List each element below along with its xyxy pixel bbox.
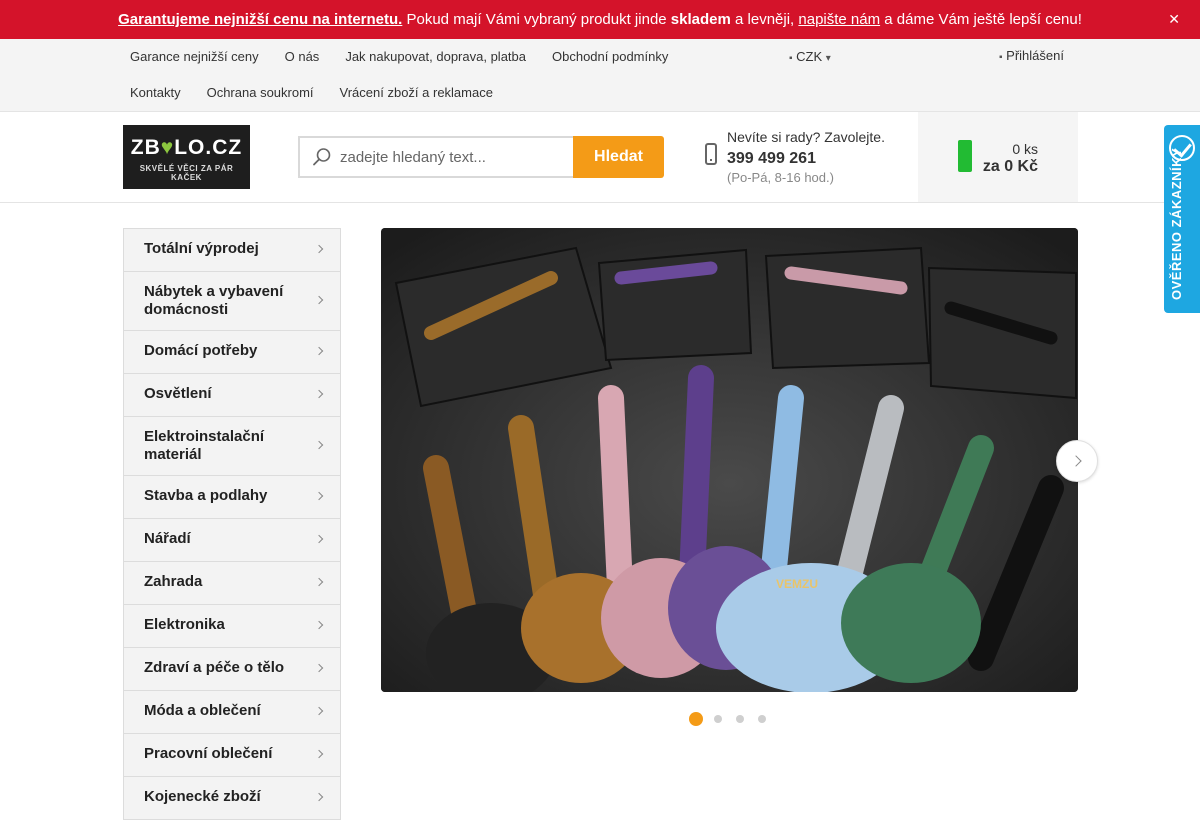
login-label: Přihlášení xyxy=(1006,48,1064,63)
search-icon xyxy=(313,148,331,166)
cart-icon xyxy=(958,140,972,172)
banner-pagination xyxy=(689,712,780,726)
site-header: ZB♥LO.CZ SKVĚLÉ VĚCI ZA PÁR KAČEK Hledat… xyxy=(0,112,1200,203)
cart-count: 0 ks xyxy=(1012,141,1038,157)
promo-bar: Garantujeme nejnižší cenu na internetu. … xyxy=(0,0,1200,39)
top-nav-row-1: Garance nejnižší ceny O nás Jak nakupova… xyxy=(117,49,681,64)
contact-phone[interactable]: 399 499 261 xyxy=(727,150,816,168)
chevron-right-icon xyxy=(314,244,324,254)
verified-label: OVĚŘENO ZÁKAZNÍKY xyxy=(1169,147,1184,300)
top-navigation: Garance nejnižší ceny O nás Jak nakupova… xyxy=(0,39,1200,112)
category-workwear[interactable]: Pracovní oblečení xyxy=(124,734,340,777)
category-tools[interactable]: Nářadí xyxy=(124,519,340,562)
category-garden[interactable]: Zahrada xyxy=(124,562,340,605)
hero-banner[interactable]: VEMZU xyxy=(381,228,1078,692)
category-furniture[interactable]: Nábytek a vybavení domácnosti xyxy=(124,272,340,331)
top-nav-row-2: Kontakty Ochrana soukromí Vrácení zboží … xyxy=(117,85,506,100)
nav-link-contacts[interactable]: Kontakty xyxy=(117,85,194,100)
logo-wordmark: ZB♥LO.CZ xyxy=(130,136,243,159)
logo-tagline: SKVĚLÉ VĚCI ZA PÁR KAČEK xyxy=(139,164,234,182)
promo-text-2: a levněji, xyxy=(730,11,799,28)
banner-dot-4[interactable] xyxy=(758,715,766,723)
category-construction[interactable]: Stavba a podlahy xyxy=(124,476,340,519)
chevron-right-icon xyxy=(314,295,324,305)
promo-bold: skladem xyxy=(670,11,731,28)
close-icon[interactable]: ✕ xyxy=(1168,11,1180,28)
promo-lead-link[interactable]: Garantujeme nejnižší cenu na internetu. xyxy=(118,11,402,28)
cart-total: za 0 Kč xyxy=(982,158,1038,175)
banner-dot-2[interactable] xyxy=(714,715,722,723)
search-box xyxy=(298,136,574,178)
banner-dot-3[interactable] xyxy=(736,715,744,723)
category-electronics[interactable]: Elektronika xyxy=(124,605,340,648)
search-form: Hledat xyxy=(298,136,664,178)
nav-link-returns[interactable]: Vrácení zboží a reklamace xyxy=(327,85,506,100)
chevron-right-icon xyxy=(314,663,324,673)
currency-icon: ▪ xyxy=(789,53,793,64)
chevron-right-icon xyxy=(314,389,324,399)
banner-dot-1[interactable] xyxy=(689,712,703,726)
site-logo[interactable]: ZB♥LO.CZ SKVĚLÉ VĚCI ZA PÁR KAČEK xyxy=(123,125,250,189)
chevron-right-icon xyxy=(314,346,324,356)
nav-link-terms[interactable]: Obchodní podmínky xyxy=(539,49,681,64)
chevron-right-icon xyxy=(314,491,324,501)
nav-link-privacy[interactable]: Ochrana soukromí xyxy=(194,85,327,100)
banner-next-button[interactable] xyxy=(1056,440,1098,482)
cart-button[interactable]: 0 ks za 0 Kč xyxy=(918,112,1078,202)
chevron-right-icon xyxy=(314,440,324,450)
chevron-right-icon xyxy=(314,706,324,716)
verified-by-customers-badge[interactable]: OVĚŘENO ZÁKAZNÍKY xyxy=(1164,125,1200,313)
category-baby[interactable]: Kojenecké zboží xyxy=(124,777,340,820)
promo-contact-link[interactable]: napište nám xyxy=(798,11,880,28)
category-fashion[interactable]: Móda a oblečení xyxy=(124,691,340,734)
chevron-down-icon: ▾ xyxy=(825,53,831,64)
category-clearance[interactable]: Totální výprodej xyxy=(124,229,340,272)
login-link[interactable]: ▪ Přihlášení xyxy=(999,48,1064,63)
nav-link-price-guarantee[interactable]: Garance nejnižší ceny xyxy=(117,49,272,64)
chevron-right-icon xyxy=(314,534,324,544)
currency-label: CZK xyxy=(796,49,823,64)
chevron-right-icon xyxy=(314,749,324,759)
category-health[interactable]: Zdraví a péče o tělo xyxy=(124,648,340,691)
currency-selector[interactable]: ▪ CZK ▾ xyxy=(789,49,831,64)
category-household[interactable]: Domácí potřeby xyxy=(124,331,340,374)
category-lighting[interactable]: Osvětlení xyxy=(124,374,340,417)
chevron-right-icon xyxy=(314,620,324,630)
chevron-right-icon xyxy=(314,577,324,587)
contact-hours: (Po-Pá, 8-16 hod.) xyxy=(727,170,834,185)
search-input[interactable] xyxy=(340,146,565,168)
banner-image: VEMZU xyxy=(381,228,1078,692)
category-sidebar: Totální výprodej Nábytek a vybavení domá… xyxy=(123,228,341,820)
nav-link-how-to-buy[interactable]: Jak nakupovat, doprava, platba xyxy=(332,49,539,64)
promo-text-3: a dáme Vám ještě lepší cenu! xyxy=(880,11,1082,28)
contact-question: Nevíte si rady? Zavolejte. xyxy=(727,129,885,145)
search-button[interactable]: Hledat xyxy=(573,136,664,178)
banner-brand-text: VEMZU xyxy=(776,577,818,591)
category-electrical[interactable]: Elektroinstalační materiál xyxy=(124,417,340,476)
phone-icon xyxy=(705,143,717,165)
promo-text-1: Pokud mají Vámi vybraný produkt jinde xyxy=(402,11,671,28)
nav-link-about[interactable]: O nás xyxy=(272,49,333,64)
user-icon: ▪ xyxy=(999,52,1003,63)
